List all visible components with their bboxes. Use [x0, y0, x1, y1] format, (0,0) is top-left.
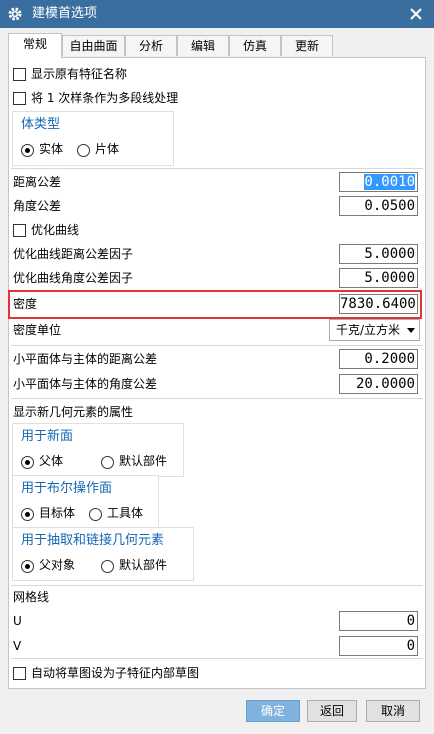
- cancel-button[interactable]: 取消: [366, 700, 420, 722]
- for-boolean-face-group: 用于布尔操作面 目标体 工具体: [12, 475, 159, 529]
- for-new-face-default-part-label: 默认部件: [119, 454, 168, 468]
- opt-curve-angle-factor-input[interactable]: 5.0000: [339, 268, 418, 288]
- grid-u-label: U: [13, 614, 22, 628]
- chevron-down-icon: [407, 328, 415, 333]
- for-boolean-face-target-label: 目标体: [39, 506, 76, 520]
- treat-degree1-splines-label: 将 1 次样条作为多段线处理: [31, 91, 179, 105]
- grid-v-input[interactable]: 0: [339, 636, 418, 656]
- for-new-face-default-part-radio[interactable]: [101, 456, 114, 469]
- body-type-title: 体类型: [21, 117, 61, 132]
- tab-freeform[interactable]: 自由曲面: [62, 35, 125, 56]
- auto-set-sketch-checkbox[interactable]: [13, 667, 26, 680]
- ok-button[interactable]: 确定: [246, 700, 300, 722]
- angle-tolerance-label: 角度公差: [13, 199, 62, 213]
- for-boolean-face-tool-radio[interactable]: [89, 508, 102, 521]
- optimize-curves-checkbox[interactable]: [13, 224, 26, 237]
- window-title: 建模首选项: [32, 6, 98, 21]
- opt-curve-angle-factor-label: 优化曲线角度公差因子: [13, 271, 134, 285]
- small-plane-distance-tol-label: 小平面体与主体的距离公差: [13, 352, 158, 366]
- for-extract-link-default-part-label: 默认部件: [119, 558, 168, 572]
- tab-edit[interactable]: 编辑: [177, 35, 229, 56]
- close-icon[interactable]: [408, 6, 424, 22]
- density-input[interactable]: 7830.6400: [339, 294, 418, 314]
- for-new-face-parent-label: 父体: [39, 454, 64, 468]
- opt-curve-distance-factor-label: 优化曲线距离公差因子: [13, 247, 134, 261]
- separator: [11, 398, 423, 399]
- separator: [11, 658, 423, 659]
- density-unit-label: 密度单位: [13, 323, 62, 337]
- for-boolean-face-target-radio[interactable]: [21, 508, 34, 521]
- back-button[interactable]: 返回: [307, 700, 357, 722]
- density-label: 密度: [13, 297, 38, 311]
- body-type-group: 体类型 实体 片体: [12, 111, 174, 166]
- for-extract-link-parent-radio[interactable]: [21, 560, 34, 573]
- separator: [11, 345, 423, 346]
- for-extract-link-group: 用于抽取和链接几何元素 父对象 默认部件: [12, 527, 194, 581]
- body-type-sheet-label: 片体: [95, 142, 120, 156]
- show-new-geometry-attrs-label: 显示新几何元素的属性: [13, 405, 134, 419]
- small-plane-distance-tol-input[interactable]: 0.2000: [339, 349, 418, 369]
- auto-set-sketch-label: 自动将草图设为子特征内部草图: [31, 666, 200, 680]
- show-original-feature-name-label: 显示原有特征名称: [31, 67, 128, 81]
- for-new-face-parent-radio[interactable]: [21, 456, 34, 469]
- grid-v-label: V: [13, 639, 22, 653]
- small-plane-angle-tol-label: 小平面体与主体的角度公差: [13, 377, 158, 391]
- for-extract-link-default-part-radio[interactable]: [101, 560, 114, 573]
- density-unit-dropdown[interactable]: 千克/立方米: [329, 319, 420, 341]
- for-boolean-face-title: 用于布尔操作面: [21, 481, 113, 496]
- distance-tolerance-label: 距离公差: [13, 175, 62, 189]
- tab-update[interactable]: 更新: [281, 35, 333, 56]
- for-boolean-face-tool-label: 工具体: [107, 506, 144, 520]
- for-extract-link-title: 用于抽取和链接几何元素: [21, 533, 165, 548]
- angle-tolerance-input[interactable]: 0.0500: [339, 196, 418, 216]
- opt-curve-distance-factor-input[interactable]: 5.0000: [339, 244, 418, 264]
- separator: [11, 168, 423, 169]
- show-original-feature-name-checkbox[interactable]: [13, 68, 26, 81]
- distance-tolerance-input[interactable]: 0.0010: [339, 172, 418, 192]
- optimize-curves-label: 优化曲线: [31, 223, 80, 237]
- tab-analysis[interactable]: 分析: [125, 35, 177, 56]
- distance-tolerance-value: 0.0010: [364, 174, 415, 190]
- for-new-face-group: 用于新面 父体 默认部件: [12, 423, 184, 477]
- gear-icon: [8, 7, 22, 21]
- body-type-solid-label: 实体: [39, 142, 64, 156]
- separator: [11, 585, 423, 586]
- title-bar: 建模首选项: [0, 0, 434, 28]
- general-panel: 显示原有特征名称 将 1 次样条作为多段线处理 体类型 实体 片体 距离公差 0…: [8, 57, 426, 689]
- tab-general[interactable]: 常规: [8, 33, 62, 58]
- grid-lines-label: 网格线: [13, 590, 50, 604]
- density-unit-value: 千克/立方米: [336, 323, 401, 337]
- body-type-sheet-radio[interactable]: [77, 144, 90, 157]
- grid-u-input[interactable]: 0: [339, 611, 418, 631]
- tab-simulation[interactable]: 仿真: [229, 35, 281, 56]
- for-new-face-title: 用于新面: [21, 429, 74, 444]
- for-extract-link-parent-label: 父对象: [39, 558, 76, 572]
- body-type-solid-radio[interactable]: [21, 144, 34, 157]
- small-plane-angle-tol-input[interactable]: 20.0000: [339, 374, 418, 394]
- treat-degree1-splines-checkbox[interactable]: [13, 92, 26, 105]
